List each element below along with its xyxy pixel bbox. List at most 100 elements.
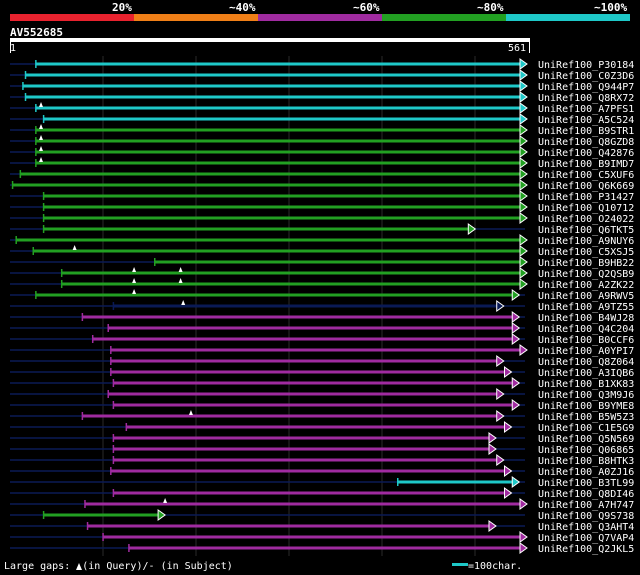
hit-arrowhead — [519, 531, 528, 543]
hit-identifier-link[interactable]: UniRef100_B0CCF6 — [538, 335, 634, 346]
hit-identifier-link[interactable]: UniRef100_C5XUF6 — [538, 170, 634, 181]
hit-identifier-link[interactable]: UniRef100_B9YME8 — [538, 401, 634, 412]
scale-legend: =100char. — [452, 561, 522, 572]
hit-identifier-link[interactable]: UniRef100_Q3AHT4 — [538, 522, 634, 533]
gap-marker-icon — [178, 267, 183, 272]
hit-arrowhead — [496, 410, 505, 422]
hit-identifier-link[interactable]: UniRef100_Q6TKT5 — [538, 225, 634, 236]
hit-arrowhead — [519, 179, 528, 191]
hit-identifier-link[interactable]: UniRef100_C5XSJ5 — [538, 247, 634, 258]
hit-identifier-link[interactable]: UniRef100_O24022 — [538, 214, 634, 225]
hit-arrowhead — [496, 454, 505, 466]
gap-marker-icon — [188, 410, 193, 415]
hit-identifier-link[interactable]: UniRef100_P30184 — [538, 60, 634, 71]
gap-marker-icon — [39, 157, 44, 162]
hit-identifier-link[interactable]: UniRef100_B8HTK3 — [538, 456, 634, 467]
hit-arrowhead — [519, 91, 528, 103]
hit-identifier-link[interactable]: UniRef100_Q8DI46 — [538, 489, 634, 500]
hit-arrowhead — [519, 135, 528, 147]
hit-identifier-link[interactable]: UniRef100_C1E5G9 — [538, 423, 634, 434]
subject-gap-dash-icon: - — [148, 561, 155, 572]
hit-arrowhead — [488, 443, 497, 455]
hit-arrowhead — [511, 399, 521, 411]
hit-identifier-link[interactable]: UniRef100_Q3M9J6 — [538, 390, 634, 401]
hit-arrowhead — [519, 69, 528, 81]
hit-identifier-link[interactable]: UniRef100_Q9S738 — [538, 511, 634, 522]
hit-arrowhead — [519, 344, 528, 356]
hit-arrowhead — [496, 300, 505, 312]
gap-marker-icon — [39, 102, 44, 107]
hit-identifier-link[interactable]: UniRef100_A0ZJ16 — [538, 467, 634, 478]
hit-arrowhead — [488, 432, 497, 444]
hit-arrowhead — [503, 487, 513, 499]
hit-identifier-link[interactable]: UniRef100_A2ZK22 — [538, 280, 634, 291]
hit-arrowhead — [496, 355, 505, 367]
hit-identifier-link[interactable]: UniRef100_Q8RX72 — [538, 93, 634, 104]
hit-arrowhead — [519, 113, 528, 125]
hit-arrowhead — [519, 58, 528, 70]
hit-identifier-link[interactable]: UniRef100_Q4C204 — [538, 324, 634, 335]
hit-identifier-link[interactable]: UniRef100_P31427 — [538, 192, 634, 203]
hit-arrowhead — [519, 124, 528, 136]
hit-identifier-link[interactable]: UniRef100_A9RWV5 — [538, 291, 634, 302]
hit-arrowhead — [511, 322, 521, 334]
hit-arrowhead — [503, 366, 513, 378]
hit-identifier-link[interactable]: UniRef100_A3IQB6 — [538, 368, 634, 379]
hit-arrowhead — [511, 333, 521, 345]
hit-arrowhead — [519, 234, 528, 246]
hit-identifier-link[interactable]: UniRef100_A9NUY6 — [538, 236, 634, 247]
hit-identifier-link[interactable]: UniRef100_A7PFS1 — [538, 104, 634, 115]
hit-arrowhead — [511, 377, 521, 389]
hit-arrowhead — [519, 498, 528, 510]
hit-identifier-link[interactable]: UniRef100_Q2QSB9 — [538, 269, 634, 280]
hit-identifier-link[interactable]: UniRef100_B9HB22 — [538, 258, 634, 269]
hit-arrowhead — [511, 311, 521, 323]
hit-arrowhead — [519, 542, 528, 554]
hit-identifier-link[interactable]: UniRef100_B9IMD7 — [538, 159, 634, 170]
gap-marker-icon — [132, 278, 137, 283]
hit-identifier-link[interactable]: UniRef100_Q6K669 — [538, 181, 634, 192]
hit-arrowhead — [503, 421, 513, 433]
gap-marker-icon — [181, 300, 186, 305]
hit-identifier-link[interactable]: UniRef100_A5C524 — [538, 115, 634, 126]
gap-marker-icon — [132, 267, 137, 272]
hit-arrowhead — [467, 223, 477, 235]
hit-arrowhead — [496, 388, 505, 400]
alignment-hits-panel: UniRef100_P30184UniRef100_C0Z3D6UniRef10… — [10, 56, 634, 556]
hit-arrowhead — [503, 465, 513, 477]
hit-arrowhead — [519, 245, 528, 257]
hit-identifier-link[interactable]: UniRef100_Q7VAP4 — [538, 533, 634, 544]
hit-arrowhead — [519, 256, 528, 268]
hit-arrowhead — [519, 267, 528, 279]
hit-identifier-link[interactable]: UniRef100_Q8Z064 — [538, 357, 634, 368]
scale-label: =100char. — [468, 561, 523, 572]
hit-identifier-link[interactable]: UniRef100_B5W5Z3 — [538, 412, 634, 423]
hit-identifier-link[interactable]: UniRef100_Q5N569 — [538, 434, 634, 445]
hit-identifier-link[interactable]: UniRef100_Q8GZD8 — [538, 137, 634, 148]
hit-identifier-link[interactable]: UniRef100_Q2JKL5 — [538, 544, 634, 555]
hit-identifier-link[interactable]: UniRef100_B1XK83 — [538, 379, 634, 390]
hit-identifier-link[interactable]: UniRef100_A9TZ55 — [538, 302, 634, 313]
hit-identifier-link[interactable]: UniRef100_Q06865 — [538, 445, 634, 456]
hit-identifier-link[interactable]: UniRef100_Q944P7 — [538, 82, 634, 93]
hit-identifier-link[interactable]: UniRef100_A0YPI7 — [538, 346, 634, 357]
hit-arrowhead — [519, 102, 528, 114]
hit-arrowhead — [488, 520, 497, 532]
hit-identifier-link[interactable]: UniRef100_Q10712 — [538, 203, 634, 214]
scale-bar-icon — [452, 563, 468, 566]
hit-identifier-link[interactable]: UniRef100_Q42876 — [538, 148, 634, 159]
gap-marker-icon — [39, 135, 44, 140]
hit-identifier-link[interactable]: UniRef100_C0Z3D6 — [538, 71, 634, 82]
gap-marker-icon — [39, 124, 44, 129]
gaps-query-label: (in Query)/ — [82, 561, 149, 572]
hit-arrowhead — [511, 289, 521, 301]
gap-marker-icon — [163, 498, 168, 503]
gap-marker-icon — [72, 245, 77, 250]
hit-identifier-link[interactable]: UniRef100_B3TL99 — [538, 478, 634, 489]
hit-arrowhead — [157, 509, 166, 521]
gap-marker-icon — [178, 278, 183, 283]
hit-identifier-link[interactable]: UniRef100_B9STR1 — [538, 126, 634, 137]
hit-arrowhead — [519, 80, 528, 92]
hit-identifier-link[interactable]: UniRef100_B4WJ28 — [538, 313, 634, 324]
hit-identifier-link[interactable]: UniRef100_A7H747 — [538, 500, 634, 511]
